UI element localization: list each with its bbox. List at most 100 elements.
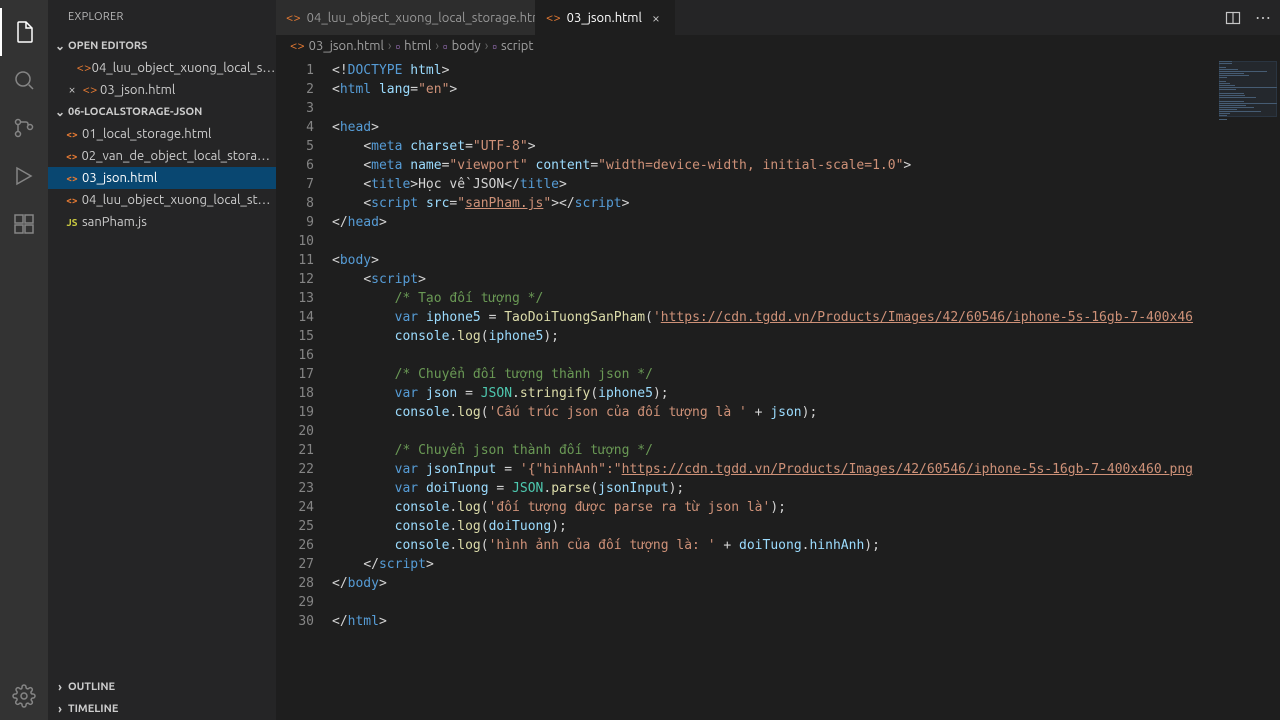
- code-line[interactable]: </head>: [332, 213, 1193, 232]
- line-number: 10: [276, 232, 314, 251]
- code-line[interactable]: console.log('hình ảnh của đối tượng là: …: [332, 536, 1193, 555]
- folder-label: 06-LOCALSTORAGE-JSON: [68, 106, 202, 118]
- code-line[interactable]: [332, 99, 1193, 118]
- code-line[interactable]: <!DOCTYPE html>: [332, 61, 1193, 80]
- file-name: 04_luu_object_xuong_local_stor...: [82, 193, 276, 207]
- line-number: 20: [276, 422, 314, 441]
- close-icon[interactable]: ×: [648, 10, 664, 26]
- split-editor-icon[interactable]: [1225, 10, 1241, 26]
- file-item[interactable]: <>01_local_storage.html: [48, 123, 276, 145]
- open-editors-section[interactable]: ⌄ OPEN EDITORS: [48, 35, 276, 57]
- line-number: 29: [276, 593, 314, 612]
- code-area[interactable]: <!DOCTYPE html><html lang="en"> <head> <…: [332, 57, 1193, 720]
- code-line[interactable]: [332, 232, 1193, 251]
- breadcrumb[interactable]: <> 03_json.html › ▫ html › ▫ body › ▫ sc…: [276, 35, 1280, 57]
- line-number: 18: [276, 384, 314, 403]
- tab[interactable]: <>04_luu_object_xuong_local_storage.html…: [276, 0, 536, 35]
- breadcrumb-cube-icon: ▫: [492, 39, 497, 54]
- line-number: 15: [276, 327, 314, 346]
- line-number: 8: [276, 194, 314, 213]
- line-number: 13: [276, 289, 314, 308]
- code-line[interactable]: var iphone5 = TaoDoiTuongSanPham('https:…: [332, 308, 1193, 327]
- code-line[interactable]: /* Tạo đối tượng */: [332, 289, 1193, 308]
- line-number: 6: [276, 156, 314, 175]
- editor[interactable]: 1234567891011121314151617181920212223242…: [276, 57, 1280, 720]
- code-line[interactable]: /* Chuyển đối tượng thành json */: [332, 365, 1193, 384]
- line-number-gutter: 1234567891011121314151617181920212223242…: [276, 57, 332, 720]
- open-editor-name: 03_json.html: [100, 83, 175, 97]
- settings-gear-icon[interactable]: [0, 672, 48, 720]
- timeline-section[interactable]: › TIMELINE: [48, 698, 276, 720]
- outline-section[interactable]: › OUTLINE: [48, 676, 276, 698]
- open-editor-item[interactable]: ×<>03_json.html: [48, 79, 276, 101]
- open-editor-item[interactable]: <>04_luu_object_xuong_local_storage.html: [48, 57, 276, 79]
- line-number: 19: [276, 403, 314, 422]
- timeline-label: TIMELINE: [68, 703, 118, 715]
- code-line[interactable]: <head>: [332, 118, 1193, 137]
- chevron-right-icon: ›: [52, 703, 68, 716]
- extensions-icon[interactable]: [0, 200, 48, 248]
- code-line[interactable]: <meta charset="UTF-8">: [332, 137, 1193, 156]
- code-line[interactable]: var jsonInput = '{"hinhAnh":"https://cdn…: [332, 460, 1193, 479]
- file-name: 03_json.html: [82, 171, 157, 185]
- file-html-icon: <>: [80, 83, 100, 97]
- chevron-right-icon: ›: [52, 681, 68, 694]
- chevron-down-icon: ⌄: [52, 105, 68, 119]
- close-icon[interactable]: ×: [64, 83, 80, 97]
- sidebar: EXPLORER ⌄ OPEN EDITORS <>04_luu_object_…: [48, 0, 276, 720]
- chevron-right-icon: ›: [435, 39, 439, 53]
- code-line[interactable]: var doiTuong = JSON.parse(jsonInput);: [332, 479, 1193, 498]
- files-list: <>01_local_storage.html<>02_van_de_objec…: [48, 123, 276, 233]
- chevron-down-icon: ⌄: [52, 39, 68, 53]
- source-control-icon[interactable]: [0, 104, 48, 152]
- code-line[interactable]: [332, 346, 1193, 365]
- breadcrumb-part: body: [452, 39, 481, 53]
- code-line[interactable]: <title>Học về JSON</title>: [332, 175, 1193, 194]
- code-line[interactable]: var json = JSON.stringify(iphone5);: [332, 384, 1193, 403]
- open-editors-label: OPEN EDITORS: [68, 40, 147, 52]
- folder-section[interactable]: ⌄ 06-LOCALSTORAGE-JSON: [48, 101, 276, 123]
- file-html-icon: <>: [286, 11, 301, 25]
- code-line[interactable]: /* Chuyển json thành đối tượng */: [332, 441, 1193, 460]
- file-html-icon: <>: [76, 61, 91, 75]
- code-line[interactable]: [332, 422, 1193, 441]
- line-number: 3: [276, 99, 314, 118]
- code-line[interactable]: <html lang="en">: [332, 80, 1193, 99]
- code-line[interactable]: console.log('Cấu trúc json của đối tượng…: [332, 403, 1193, 422]
- file-item[interactable]: JSsanPham.js: [48, 211, 276, 233]
- minimap[interactable]: [1193, 57, 1280, 720]
- run-debug-icon[interactable]: [0, 152, 48, 200]
- file-item[interactable]: <>02_van_de_object_local_storage...: [48, 145, 276, 167]
- breadcrumb-cube-icon: ▫: [396, 39, 401, 54]
- minimap-viewport[interactable]: [1219, 61, 1277, 117]
- tab-actions: ⋯: [1215, 0, 1280, 35]
- line-number: 11: [276, 251, 314, 270]
- explorer-icon[interactable]: [0, 8, 48, 56]
- file-item[interactable]: <>03_json.html: [48, 167, 276, 189]
- more-actions-icon[interactable]: ⋯: [1255, 10, 1271, 26]
- code-line[interactable]: <script src="sanPham.js"></script>: [332, 194, 1193, 213]
- code-line[interactable]: <script>: [332, 270, 1193, 289]
- code-line[interactable]: console.log(iphone5);: [332, 327, 1193, 346]
- breadcrumb-part: script: [501, 39, 534, 53]
- outline-label: OUTLINE: [68, 681, 115, 693]
- line-number: 24: [276, 498, 314, 517]
- file-html-icon: <>: [290, 39, 305, 53]
- code-line[interactable]: [332, 593, 1193, 612]
- line-number: 27: [276, 555, 314, 574]
- file-item[interactable]: <>04_luu_object_xuong_local_stor...: [48, 189, 276, 211]
- code-line[interactable]: <meta name="viewport" content="width=dev…: [332, 156, 1193, 175]
- open-editor-name: 04_luu_object_xuong_local_storage.html: [92, 61, 276, 75]
- code-line[interactable]: </body>: [332, 574, 1193, 593]
- code-line[interactable]: console.log('đối tượng được parse ra từ …: [332, 498, 1193, 517]
- tab[interactable]: <>03_json.html×: [536, 0, 675, 35]
- code-line[interactable]: console.log(doiTuong);: [332, 517, 1193, 536]
- code-line[interactable]: <body>: [332, 251, 1193, 270]
- breadcrumb-file: 03_json.html: [309, 39, 384, 53]
- activity-bar: [0, 0, 48, 720]
- search-icon[interactable]: [0, 56, 48, 104]
- code-line[interactable]: </script>: [332, 555, 1193, 574]
- file-name: 02_van_de_object_local_storage...: [81, 149, 276, 163]
- code-line[interactable]: </html>: [332, 612, 1193, 631]
- file-html-icon: <>: [62, 151, 81, 162]
